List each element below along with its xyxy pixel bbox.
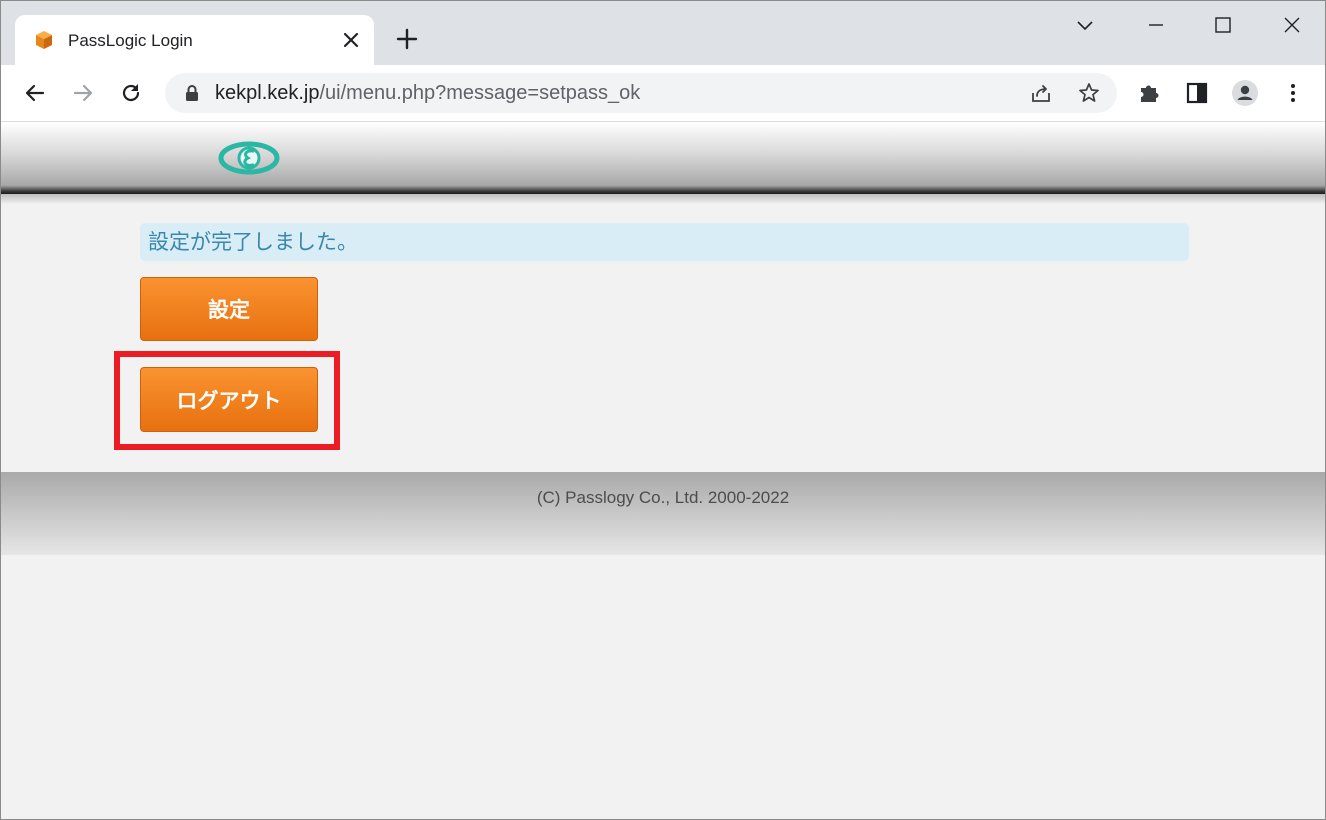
tab-close-icon[interactable] <box>339 28 363 52</box>
tab-title: PassLogic Login <box>68 31 193 50</box>
new-tab-icon[interactable] <box>393 25 421 53</box>
url-host: kekpl.kek.jp <box>215 82 320 104</box>
profile-icon[interactable] <box>1231 79 1259 107</box>
tab-strip: PassLogic Login <box>1 1 1325 67</box>
page-footer: (C) Passlogy Co., Ltd. 2000-2022 <box>1 472 1325 555</box>
maximize-icon[interactable] <box>1209 11 1237 39</box>
url-text[interactable]: kekpl.kek.jp/ui/menu.php?message=setpass… <box>215 81 640 105</box>
back-icon[interactable] <box>21 79 49 107</box>
logout-highlight-box <box>114 351 340 450</box>
star-icon[interactable] <box>1077 81 1101 105</box>
kek-logo-icon <box>218 141 280 175</box>
lock-icon[interactable] <box>185 84 199 102</box>
share-icon[interactable] <box>1029 81 1053 105</box>
page-header <box>1 122 1325 194</box>
header-shadow <box>1 194 1325 204</box>
browser-tab[interactable]: PassLogic Login <box>15 15 374 67</box>
side-panel-icon[interactable] <box>1183 79 1211 107</box>
forward-icon[interactable] <box>69 79 97 107</box>
menu-icon[interactable] <box>1279 79 1307 107</box>
passlogic-favicon-icon <box>36 31 52 49</box>
reload-icon[interactable] <box>117 79 145 107</box>
url-path: /ui/menu.php?message=setpass_ok <box>319 82 641 104</box>
browser-toolbar: kekpl.kek.jp/ui/menu.php?message=setpass… <box>1 65 1325 122</box>
extensions-icon[interactable] <box>1136 79 1164 107</box>
address-bar[interactable]: kekpl.kek.jp/ui/menu.php?message=setpass… <box>165 73 1117 113</box>
tab-search-icon[interactable] <box>1071 11 1099 39</box>
status-message-text: 設定が完了しました。 <box>148 231 358 254</box>
close-window-icon[interactable] <box>1278 11 1306 39</box>
copyright-text: (C) Passlogy Co., Ltd. 2000-2022 <box>536 488 790 507</box>
browser-window: PassLogic Login kekpl.kek.jp/ui/menu.php… <box>0 0 1326 820</box>
settings-button[interactable]: 設定 <box>140 277 318 341</box>
minimize-icon[interactable] <box>1142 11 1170 39</box>
status-message: 設定が完了しました。 <box>140 223 1189 261</box>
